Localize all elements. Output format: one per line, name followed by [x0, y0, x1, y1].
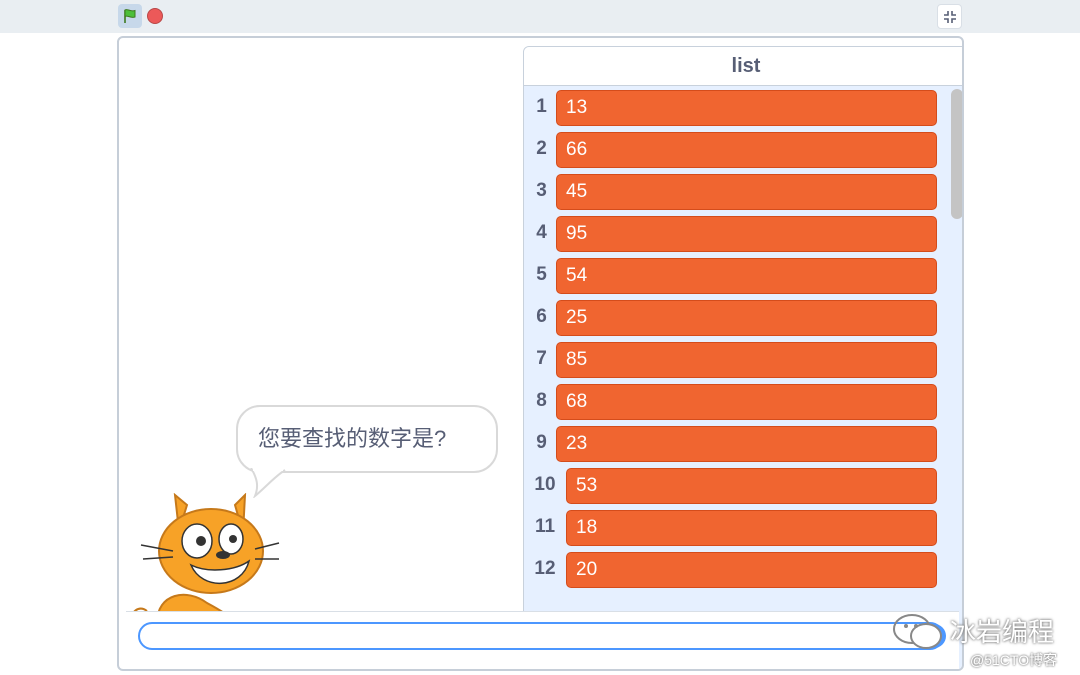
answer-input[interactable] — [138, 622, 944, 650]
list-item-value[interactable]: 20 — [566, 552, 937, 588]
list-monitor-title: list — [524, 47, 962, 86]
list-item-index: 12 — [534, 558, 556, 579]
list-item-value[interactable]: 54 — [556, 258, 937, 294]
speech-bubble-text: 您要查找的数字是? — [258, 426, 447, 451]
list-item-index: 11 — [534, 516, 556, 537]
stage-header — [0, 0, 1080, 33]
list-item: 12 20 — [524, 549, 944, 589]
green-flag-icon — [124, 9, 136, 23]
list-item: 7 85 — [524, 339, 944, 379]
stop-button[interactable] — [147, 8, 163, 24]
list-item: 3 45 — [524, 171, 944, 211]
list-item-value[interactable]: 66 — [556, 132, 937, 168]
list-item-value[interactable]: 23 — [556, 426, 937, 462]
list-item-value[interactable]: 25 — [556, 300, 937, 336]
list-item: 9 23 — [524, 423, 944, 463]
list-item-index: 9 — [536, 432, 547, 453]
list-item-index: 2 — [536, 138, 547, 159]
list-item-index: 3 — [536, 180, 547, 201]
wechat-icon — [893, 614, 942, 649]
watermark-subtitle: @51CTO博客 — [970, 652, 1058, 668]
list-item-index: 4 — [536, 222, 547, 243]
list-item-index: 6 — [536, 306, 547, 327]
list-item-value[interactable]: 68 — [556, 384, 937, 420]
list-item-value[interactable]: 18 — [566, 510, 937, 546]
watermark-title: 冰岩编程 — [950, 617, 1055, 647]
list-item-index: 10 — [534, 474, 556, 495]
list-item-index: 7 — [536, 348, 547, 369]
ask-prompt — [126, 611, 959, 669]
list-monitor: list 1 13 2 66 3 45 4 95 5 54 6 25 7 85 8 68 9 23 10 53 11 18… — [523, 46, 962, 669]
list-item-value[interactable]: 95 — [556, 216, 937, 252]
list-item: 5 54 — [524, 255, 944, 295]
unfullscreen-button[interactable] — [937, 4, 962, 29]
list-item: 11 18 — [524, 507, 944, 547]
list-item-index: 1 — [536, 96, 547, 117]
list-item: 6 25 — [524, 297, 944, 337]
list-item-value[interactable]: 45 — [556, 174, 937, 210]
list-item-value[interactable]: 85 — [556, 342, 937, 378]
list-scrollbar[interactable] — [951, 89, 962, 219]
unfullscreen-icon — [943, 10, 956, 23]
list-item: 4 95 — [524, 213, 944, 253]
list-item-index: 8 — [536, 390, 547, 411]
list-item-index: 5 — [536, 264, 547, 285]
list-item: 8 68 — [524, 381, 944, 421]
list-item: 1 13 — [524, 87, 944, 127]
stage[interactable]: list 1 13 2 66 3 45 4 95 5 54 6 25 7 85 8 68 9 23 10 53 11 18… — [117, 36, 964, 671]
list-item-value[interactable]: 13 — [556, 90, 937, 126]
cat-sprite[interactable] — [127, 493, 287, 623]
list-item: 10 53 — [524, 465, 944, 505]
list-item: 2 66 — [524, 129, 944, 169]
speech-bubble: 您要查找的数字是? — [236, 405, 498, 473]
green-flag-button[interactable] — [118, 4, 142, 28]
list-item-value[interactable]: 53 — [566, 468, 937, 504]
